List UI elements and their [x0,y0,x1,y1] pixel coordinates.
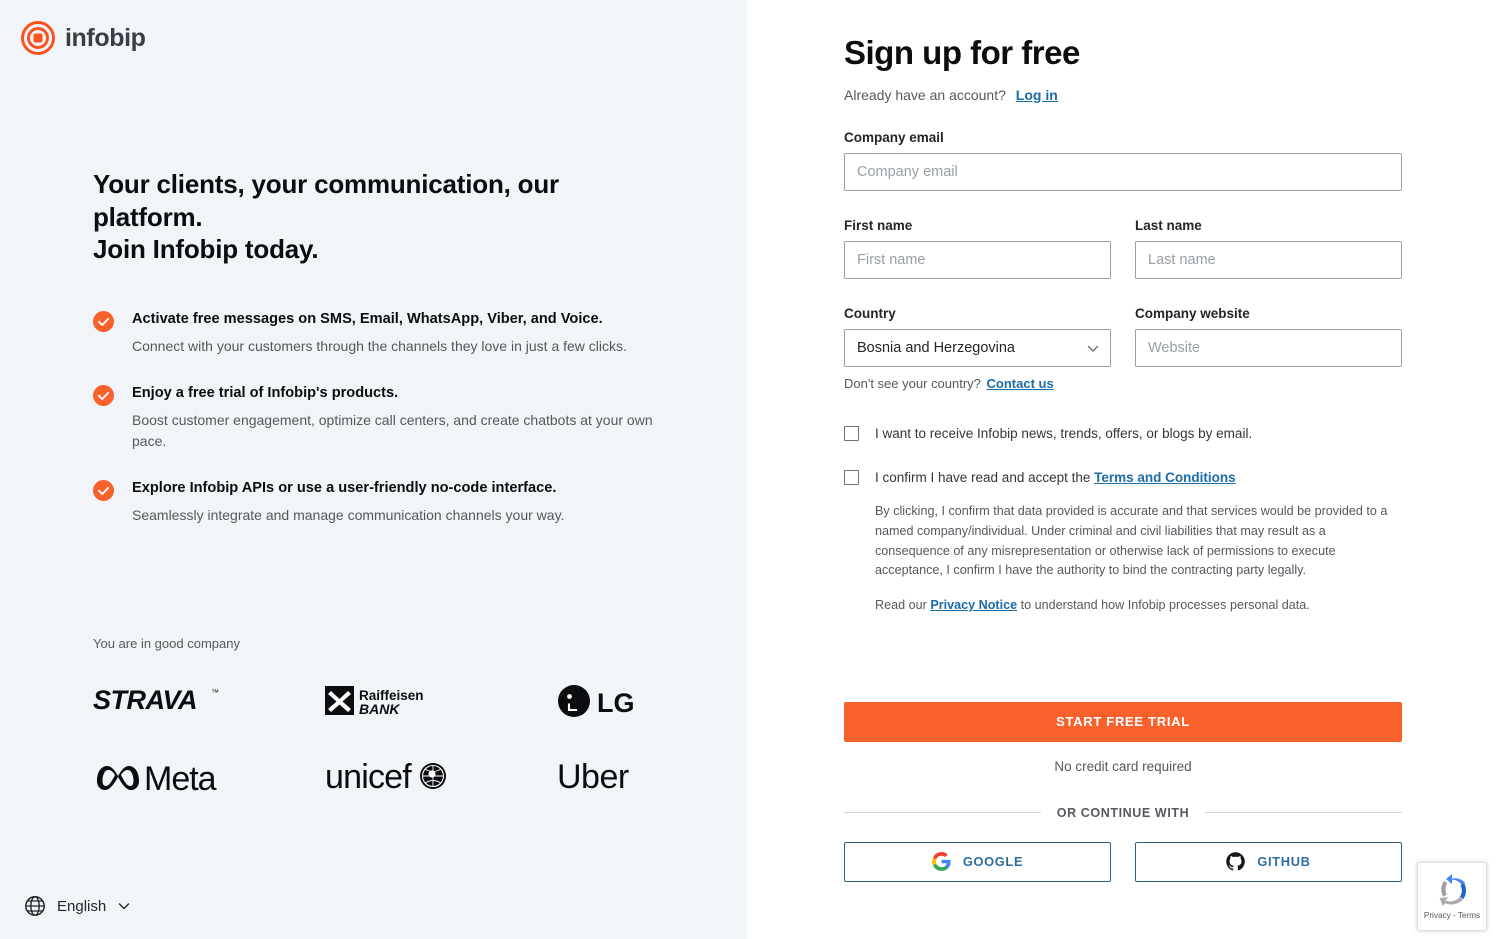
terms-accept-checkbox[interactable] [844,470,859,486]
divider-label: OR CONTINUE WITH [1056,805,1190,820]
privacy-prefix: Read our [875,597,927,612]
country-select[interactable] [844,328,1111,367]
language-selector[interactable]: English [24,895,131,917]
company-website-input[interactable] [1135,328,1402,367]
github-login-button[interactable]: GITHUB [1135,841,1402,882]
check-circle-icon [93,384,114,406]
company-email-field-group: Company email [844,130,1402,191]
benefit-title: Enjoy a free trial of Infobip's products… [132,384,399,401]
logo-uber: Uber [557,747,693,803]
svg-text:LG: LG [597,688,635,718]
benefit-list: Activate free messages on SMS, Email, Wh… [93,309,663,526]
marketing-opt-in-checkbox[interactable] [844,425,859,441]
terms-and-conditions-link[interactable]: Terms and Conditions [1094,470,1236,485]
terms-accept-row: I confirm I have read and accept the Ter… [844,469,1402,488]
marketing-opt-in-label: I want to receive Infobip news, trends, … [875,425,1253,441]
svg-text:Meta: Meta [144,760,217,796]
check-circle-icon [93,479,114,501]
google-login-button[interactable]: GOOGLE [844,841,1111,882]
svg-text:™: ™ [211,688,219,697]
google-login-label: GOOGLE [962,854,1024,870]
check-circle-icon [93,310,114,332]
legal-paragraph: By clicking, I confirm that data provide… [875,504,1388,578]
marketing-content: Your clients, your communication, our pl… [93,168,663,526]
or-continue-divider: OR CONTINUE WITH [844,805,1403,820]
company-email-input[interactable] [844,152,1402,191]
terms-accept-text: I confirm I have read and accept the [875,470,1091,486]
marketing-headline: Your clients, your communication, our pl… [93,169,559,264]
infobip-mark-icon [20,20,56,56]
no-credit-card-note: No credit card required [1054,758,1192,774]
country-field-group: Country Don't see your country? Contact … [844,306,1111,391]
country-helper: Don't see your country? Contact us [844,376,1111,391]
recaptcha-badge[interactable]: Privacy - Terms [1417,862,1487,931]
terms-accept-label: I confirm I have read and accept the Ter… [875,469,1236,488]
marketing-panel: infobip Your clients, your communication… [0,0,747,939]
signup-page: infobip Your clients, your communication… [0,0,1497,939]
language-label: English [57,897,107,915]
signup-form-panel: Sign up for free Already have an account… [747,0,1497,939]
login-prompt-text: Already have an account? [844,86,1006,103]
privacy-notice-line: Read our Privacy Notice to understand ho… [875,596,1402,616]
logo-lg: LG [557,673,693,729]
consent-section: I want to receive Infobip news, trends, … [844,425,1402,616]
country-label: Country [844,305,896,321]
first-name-label: First name [844,217,913,233]
company-email-label: Company email [844,129,944,145]
benefit-item: Activate free messages on SMS, Email, Wh… [93,309,663,357]
benefit-title: Activate free messages on SMS, Email, Wh… [132,310,603,327]
svg-text:Uber: Uber [557,758,629,795]
customer-logo-grid: STRAVA ™ Raiffeisen BANK LG Meta unicef … [93,673,693,803]
signup-form: Sign up for free Already have an account… [844,33,1403,882]
last-name-field-group: Last name [1135,218,1402,279]
company-website-label: Company website [1135,305,1250,321]
marketing-opt-in-row: I want to receive Infobip news, trends, … [844,425,1402,444]
benefit-description: Seamlessly integrate and manage communic… [132,506,565,523]
logo-meta: Meta [93,747,325,803]
github-icon [1226,852,1246,871]
privacy-suffix: to understand how Infobip processes pers… [1020,597,1310,612]
login-prompt: Already have an account? Log in [844,87,1402,103]
social-login-row: GOOGLE GITHUB [844,841,1402,882]
svg-text:unicef: unicef [325,758,412,796]
chevron-down-icon [117,899,131,913]
start-free-trial-button[interactable]: START FREE TRIAL [844,701,1402,742]
infobip-logo[interactable]: infobip [20,20,146,56]
good-company-label: You are in good company [93,636,240,651]
benefit-item: Explore Infobip APIs or use a user-frien… [93,478,663,526]
customer-logos-section: You are in good company STRAVA ™ Raiffei… [93,636,693,803]
last-name-input[interactable] [1135,240,1402,279]
recaptcha-icon [1434,873,1470,909]
privacy-notice-link[interactable]: Privacy Notice [930,598,1017,612]
benefit-item: Enjoy a free trial of Infobip's products… [93,383,663,452]
first-name-input[interactable] [844,240,1111,279]
country-helper-text: Don't see your country? [844,375,981,391]
name-fields-row: First name Last name [844,218,1402,279]
company-website-field-group: Company website [1135,306,1402,391]
logo-unicef: unicef [325,747,557,803]
logo-strava: STRAVA ™ [93,673,325,729]
country-website-row: Country Don't see your country? Contact … [844,306,1402,391]
benefit-description: Boost customer engagement, optimize call… [132,411,653,449]
svg-text:STRAVA: STRAVA [93,686,197,715]
benefit-title: Explore Infobip APIs or use a user-frien… [132,479,557,496]
page-title: Sign up for free [844,34,1080,71]
contact-us-link[interactable]: Contact us [987,376,1054,391]
last-name-label: Last name [1135,217,1202,233]
svg-text:BANK: BANK [359,701,400,717]
divider-line-right [1205,812,1403,814]
first-name-field-group: First name [844,218,1111,279]
google-icon [931,852,951,871]
login-link[interactable]: Log in [1016,87,1058,103]
benefit-description: Connect with your customers through the … [132,337,627,354]
recaptcha-label: Privacy - Terms [1423,911,1481,920]
legal-text-block: By clicking, I confirm that data provide… [875,502,1402,615]
logo-raiffeisen-bank: Raiffeisen BANK [325,673,557,729]
divider-line-left [844,812,1041,814]
globe-icon [24,895,46,917]
infobip-wordmark: infobip [65,23,146,52]
github-login-label: GITHUB [1257,854,1311,870]
